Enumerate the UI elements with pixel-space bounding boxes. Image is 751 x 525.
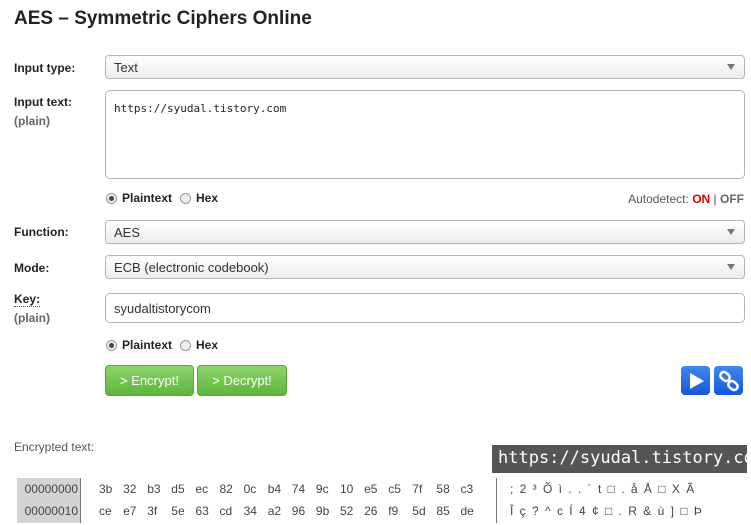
hex-byte: 10 <box>340 482 354 496</box>
input-text-area[interactable]: https://syudal.tistory.com <box>105 90 745 179</box>
watermark: https://syudal.tistory.com <box>492 445 751 473</box>
function-select[interactable]: AES <box>105 220 745 244</box>
decrypt-button[interactable]: > Decrypt! <box>197 365 287 396</box>
function-label: Function: <box>14 225 69 239</box>
mode-select[interactable]: ECB (electronic codebook) <box>105 255 745 279</box>
hex-byte: 52 <box>340 504 354 518</box>
hex-byte: 3b <box>99 482 113 496</box>
hex-byte: 58 <box>436 482 450 496</box>
radio-label: Hex <box>196 191 219 205</box>
autodetect-separator: | <box>713 192 717 206</box>
run-button[interactable] <box>681 366 710 395</box>
hex-byte: 74 <box>291 482 306 496</box>
chevron-down-icon <box>727 64 735 70</box>
hex-byte: de <box>460 504 474 518</box>
page-title: AES – Symmetric Ciphers Online <box>14 8 312 29</box>
hex-byte: ce <box>99 504 112 518</box>
input-text-label: Input text: (plain) <box>14 95 72 128</box>
hex-byte: c3 <box>460 482 474 496</box>
mode-label: Mode: <box>14 261 50 275</box>
play-icon <box>689 372 704 389</box>
hex-byte: 96 <box>291 504 306 518</box>
input-type-select[interactable]: Text <box>105 55 745 79</box>
link-icon <box>718 370 739 391</box>
hex-byte: 9b <box>315 504 330 518</box>
hex-byte: 5d <box>412 504 426 518</box>
encrypt-button[interactable]: > Encrypt! <box>105 365 194 396</box>
hex-byte: 26 <box>364 504 378 518</box>
link-button[interactable] <box>714 366 743 395</box>
radio-label: Plaintext <box>122 338 173 352</box>
ascii-divider <box>496 478 497 523</box>
mode-value: ECB (electronic codebook) <box>114 260 269 275</box>
hex-offset: 00000000 <box>24 482 78 496</box>
autodetect-label: Autodetect: <box>628 192 689 206</box>
hex-byte: 63 <box>195 504 209 518</box>
key-hex-radio[interactable]: Hex <box>180 338 218 352</box>
hex-byte: 3f <box>147 504 158 518</box>
input-type-label: Input type: <box>14 61 76 75</box>
radio-label: Hex <box>196 338 219 352</box>
key-label: Key: (plain) <box>14 292 50 325</box>
hex-byte: ec <box>195 482 209 496</box>
hex-byte: e5 <box>364 482 378 496</box>
hex-byte: 85 <box>436 504 450 518</box>
radio-label: Plaintext <box>122 191 173 205</box>
autodetect-on[interactable]: ON <box>692 192 710 206</box>
hex-byte: b3 <box>147 482 161 496</box>
hex-byte: 0c <box>243 482 257 496</box>
hex-byte: d5 <box>171 482 185 496</box>
function-value: AES <box>114 225 141 240</box>
hex-ascii: Î ç ? ^ c Í 4 ¢ □ . R & ù ] □ Þ <box>510 504 704 518</box>
hex-byte: 5e <box>171 504 185 518</box>
input-text-sublabel: (plain) <box>14 114 50 128</box>
autodetect-off[interactable]: OFF <box>720 192 744 206</box>
input-hex-radio[interactable]: Hex <box>180 191 218 205</box>
hex-byte: f9 <box>388 504 399 518</box>
chevron-down-icon <box>727 264 735 270</box>
radio-checked-icon <box>106 192 117 204</box>
hex-byte: 82 <box>219 482 233 496</box>
hex-offset: 00000010 <box>24 504 78 518</box>
input-type-value: Text <box>114 60 138 75</box>
radio-unchecked-icon <box>180 339 191 351</box>
hex-byte: a2 <box>267 504 282 518</box>
radio-checked-icon <box>106 339 117 351</box>
radio-unchecked-icon <box>180 192 191 204</box>
output-label: Encrypted text: <box>14 440 95 454</box>
key-sublabel: (plain) <box>14 311 50 325</box>
input-text-label-text: Input text: <box>14 95 72 109</box>
key-plaintext-radio[interactable]: Plaintext <box>106 338 172 352</box>
hex-byte: 34 <box>243 504 257 518</box>
hex-byte: 9c <box>315 482 329 496</box>
key-input[interactable]: syudaltistorycom <box>105 293 745 323</box>
hex-byte: 32 <box>123 482 137 496</box>
input-plaintext-radio[interactable]: Plaintext <box>106 191 172 205</box>
hex-ascii: ; 2 ³ Õ ì . . ´ t □ . å Å □ X Ã <box>510 482 696 496</box>
hex-byte: cd <box>219 504 233 518</box>
hex-byte: 7f <box>412 482 423 496</box>
key-label-text: Key: <box>14 292 41 307</box>
autodetect: Autodetect: ON | OFF <box>628 192 744 206</box>
hex-byte: b4 <box>267 482 282 496</box>
hex-byte: e7 <box>123 504 137 518</box>
chevron-down-icon <box>727 229 735 235</box>
hex-byte: c5 <box>388 482 401 496</box>
